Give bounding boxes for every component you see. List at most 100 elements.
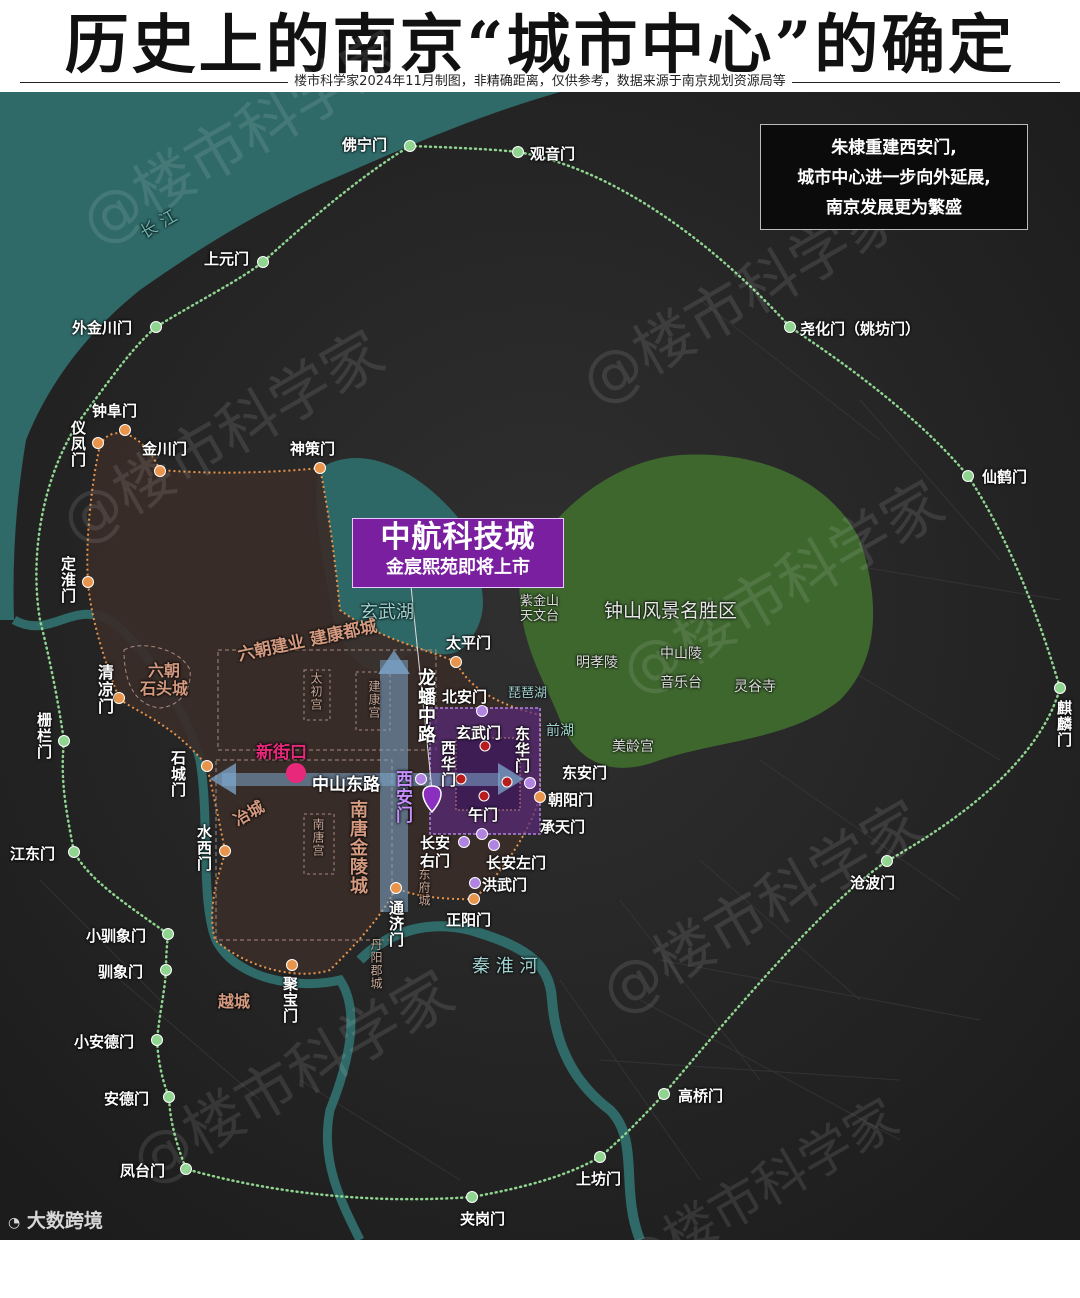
promo-box[interactable]: 中航科技城 金宸熙苑即将上市 bbox=[352, 518, 564, 588]
danyangjuncheng-label: 丹阳郡城 bbox=[369, 938, 383, 990]
gate-label: 仪凤门 bbox=[69, 420, 87, 468]
gate-label: 金川门 bbox=[142, 440, 188, 458]
nantang-jinling-label: 南唐金陵城 bbox=[347, 800, 368, 895]
callout-line: 城市中心进一步向外延展, bbox=[797, 168, 991, 188]
gate-label: 夹岗门 bbox=[460, 1210, 506, 1228]
gate-label: 水西门 bbox=[195, 824, 213, 872]
gate-label: 承天门 bbox=[540, 818, 586, 836]
pipahu-label: 琵琶湖 bbox=[508, 686, 548, 701]
gate-marker[interactable] bbox=[219, 845, 231, 857]
gate-label: 玄武门 bbox=[456, 724, 502, 742]
gate-marker[interactable] bbox=[1054, 682, 1066, 694]
gate-marker[interactable] bbox=[58, 735, 70, 747]
gate-label: 上元门 bbox=[204, 250, 250, 268]
header: 历史上的南京“城市中心”的确定 楼市科学家2024年11月制图，非精确距离，仅供… bbox=[0, 0, 1080, 92]
gate-label: 长安左门 bbox=[486, 854, 547, 872]
gate-label: 麒麟门 bbox=[1055, 700, 1073, 748]
scenic-area-label: 钟山风景名胜区 bbox=[604, 600, 738, 622]
nantanggong-label: 南唐宫 bbox=[311, 818, 325, 857]
gate-marker[interactable] bbox=[450, 656, 462, 668]
qianhu-label: 前湖 bbox=[546, 723, 574, 739]
xinjiekou-label: 新街口 bbox=[256, 743, 307, 763]
gate-label: 聚宝门 bbox=[281, 976, 299, 1024]
gate-marker[interactable] bbox=[512, 146, 524, 158]
gate-marker[interactable] bbox=[468, 893, 480, 905]
gate-marker[interactable] bbox=[534, 791, 546, 803]
gate-marker[interactable] bbox=[257, 256, 269, 268]
jiankanggong-label: 建康宫 bbox=[367, 680, 381, 719]
qinhuai-label: 秦 淮 河 bbox=[472, 956, 538, 977]
gate-label: 洪武门 bbox=[482, 876, 528, 894]
gate-marker[interactable] bbox=[82, 576, 94, 588]
gate-marker[interactable] bbox=[478, 790, 490, 802]
gate-label: 高桥门 bbox=[678, 1087, 724, 1105]
gate-marker[interactable] bbox=[160, 964, 172, 976]
gate-marker[interactable] bbox=[415, 773, 427, 785]
gate-label: 仙鹤门 bbox=[982, 468, 1028, 486]
gate-marker[interactable] bbox=[524, 777, 536, 789]
gate-marker[interactable] bbox=[201, 760, 213, 772]
gate-label: 东安门 bbox=[562, 764, 608, 782]
gate-marker[interactable] bbox=[68, 846, 80, 858]
zhongshanling-label: 中山陵 bbox=[660, 646, 702, 662]
gate-marker[interactable] bbox=[150, 321, 162, 333]
gate-marker[interactable] bbox=[119, 424, 131, 436]
callout-box: 朱棣重建西安门, 城市中心进一步向外延展, 南京发展更为繁盛 bbox=[760, 124, 1028, 230]
gate-marker[interactable] bbox=[962, 470, 974, 482]
gate-marker[interactable] bbox=[314, 462, 326, 474]
callout-line: 南京发展更为繁盛 bbox=[826, 198, 962, 218]
gate-marker[interactable] bbox=[469, 877, 481, 889]
zhongshandonglu-label: 中山东路 bbox=[312, 775, 380, 795]
gate-marker[interactable] bbox=[476, 705, 488, 717]
gate-marker[interactable] bbox=[488, 839, 500, 851]
gate-label: 外金川门 bbox=[72, 319, 133, 337]
callout-line: 朱棣重建西安门, bbox=[831, 138, 957, 158]
gate-label: 定淮门 bbox=[59, 556, 77, 604]
meilinggong-label: 美龄宫 bbox=[612, 739, 654, 755]
zijinshan-label: 紫金山 天文台 bbox=[520, 594, 560, 624]
gate-label: 西安门 bbox=[392, 770, 412, 824]
gate-label: 佛宁门 bbox=[342, 136, 388, 154]
mingxiaoling-label: 明孝陵 bbox=[576, 655, 618, 671]
gate-label: 清凉门 bbox=[95, 664, 114, 715]
gate-marker[interactable] bbox=[162, 928, 174, 940]
gate-label: 小安德门 bbox=[74, 1033, 135, 1051]
gate-label: 栅栏门 bbox=[35, 712, 53, 760]
longpan-road-label: 龙蟠中路 bbox=[415, 668, 436, 744]
gate-marker[interactable] bbox=[151, 1034, 163, 1046]
gate-marker[interactable] bbox=[501, 776, 513, 788]
gate-marker[interactable] bbox=[658, 1088, 670, 1100]
logo-icon: ◔ bbox=[8, 1215, 21, 1231]
promo-title: 中航科技城 bbox=[380, 520, 536, 555]
gate-label: 东华门 bbox=[513, 726, 531, 774]
gate-marker[interactable] bbox=[92, 437, 104, 449]
gate-label: 西华门 bbox=[439, 740, 457, 788]
gate-marker[interactable] bbox=[466, 1191, 478, 1203]
gate-marker[interactable] bbox=[476, 828, 488, 840]
gate-marker[interactable] bbox=[594, 1151, 606, 1163]
promo-subtitle: 金宸熙苑即将上市 bbox=[386, 557, 530, 578]
taichugong-label: 太初宫 bbox=[309, 672, 323, 711]
gate-label: 沧波门 bbox=[850, 874, 896, 892]
logo-text: 大数跨境 bbox=[26, 1210, 103, 1232]
gate-label: 太平门 bbox=[446, 634, 492, 652]
gate-marker[interactable] bbox=[390, 882, 402, 894]
gate-label: 石城门 bbox=[169, 750, 187, 798]
gate-label: 小驯象门 bbox=[86, 927, 147, 945]
gate-label: 尧化门（姚坊门） bbox=[800, 320, 921, 338]
gate-label: 上坊门 bbox=[576, 1170, 622, 1188]
gate-marker[interactable] bbox=[286, 959, 298, 971]
shitou-label: 六朝 石头城 bbox=[140, 661, 189, 698]
gate-label: 江东门 bbox=[10, 845, 56, 863]
gate-marker[interactable] bbox=[784, 321, 796, 333]
gate-marker[interactable] bbox=[404, 140, 416, 152]
dongfucheng-label: 东府城 bbox=[417, 868, 431, 907]
gate-label: 神策门 bbox=[290, 440, 336, 458]
gate-label: 钟阜门 bbox=[92, 402, 138, 420]
gate-label: 安德门 bbox=[104, 1090, 150, 1108]
gate-label: 凤台门 bbox=[120, 1162, 166, 1180]
gate-marker[interactable] bbox=[458, 836, 470, 848]
xinjiekou-marker bbox=[286, 763, 306, 783]
brand-logo: ◔ 大数跨境 bbox=[8, 1206, 103, 1233]
gate-label: 观音门 bbox=[530, 145, 576, 163]
